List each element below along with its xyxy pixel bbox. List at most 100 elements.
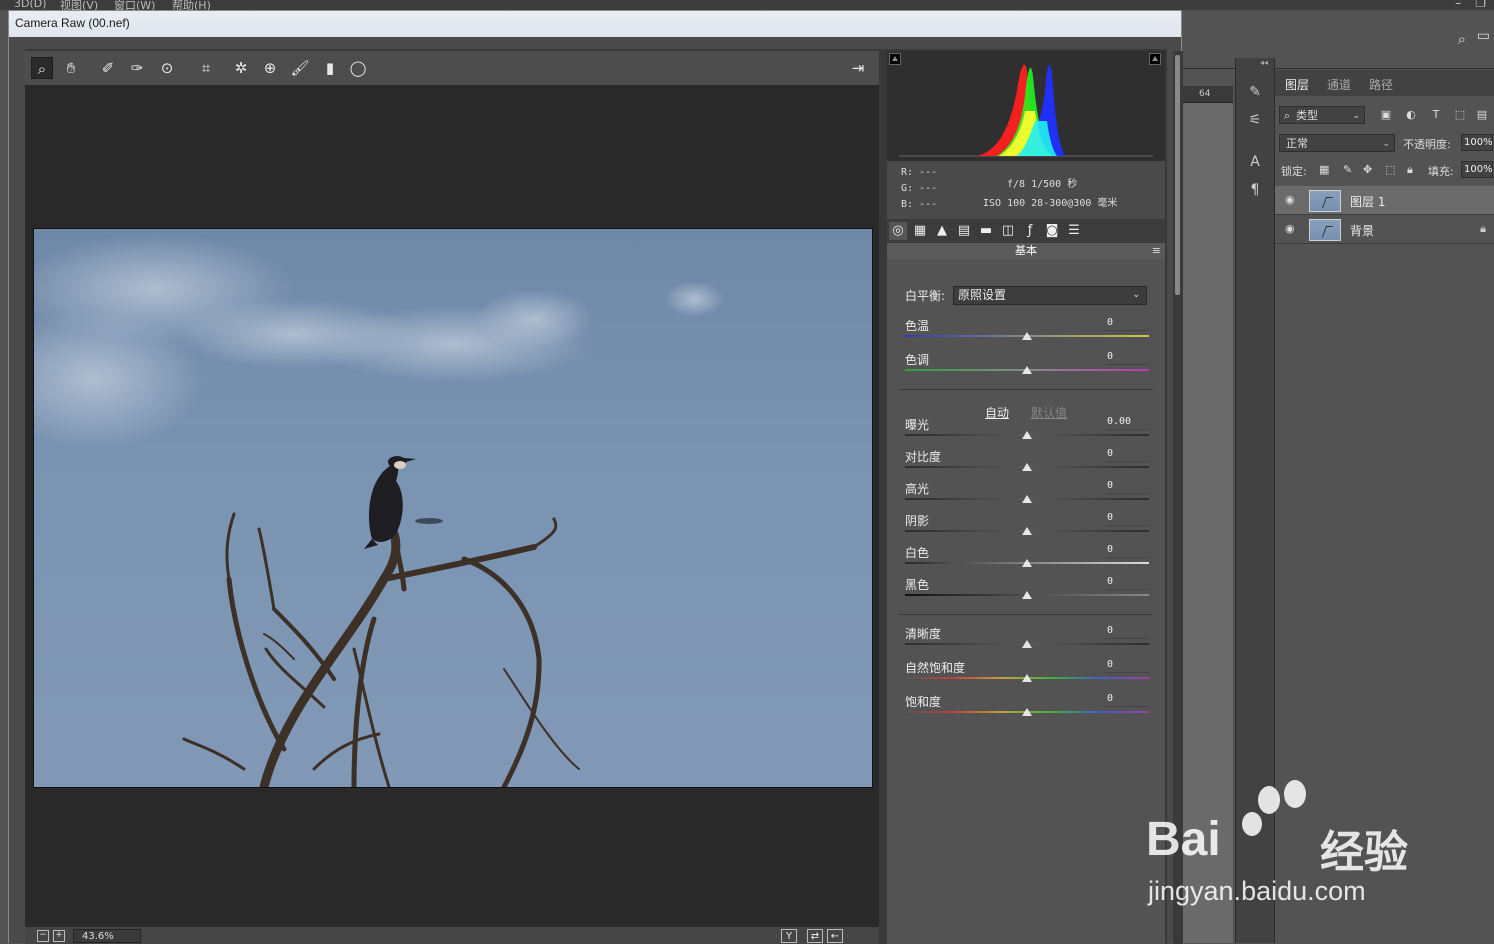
slider-value[interactable]: 0 [1105, 625, 1149, 639]
swap-settings-button[interactable]: ⇄ [807, 929, 823, 943]
tint-slider[interactable]: 色调 0 [905, 351, 1149, 381]
red-eye-icon[interactable]: ⊕ [259, 57, 281, 79]
layer-row-layer1[interactable]: ◉ 图层 1 [1275, 186, 1494, 215]
slider-thumb[interactable] [1022, 332, 1032, 340]
slider-thumb[interactable] [1022, 708, 1032, 716]
slider-value[interactable]: 0.00 [1105, 416, 1149, 430]
open-preferences-icon[interactable]: ⇥ [847, 57, 869, 79]
workspace-icon[interactable]: ▭ [1477, 28, 1490, 44]
lock-position-icon[interactable]: ✥ [1363, 163, 1372, 176]
zoom-tool-icon[interactable]: ⌕ [31, 57, 53, 79]
graduated-filter-icon[interactable]: ▮ [319, 57, 341, 79]
menu-3d[interactable]: 3D(D) [14, 0, 47, 10]
collapse-icon[interactable]: ◂◂ [1260, 58, 1268, 67]
paragraph-icon[interactable]: ¶ [1245, 180, 1265, 200]
slider-thumb[interactable] [1022, 495, 1032, 503]
image-preview[interactable] [25, 85, 879, 927]
character-icon[interactable]: A [1245, 152, 1265, 172]
layer-filter-select[interactable]: ⌕ 类型 ⌄ [1279, 106, 1365, 124]
tab-camera-calibration-icon[interactable]: ◙ [1043, 222, 1061, 240]
slider-value[interactable]: 0 [1105, 576, 1149, 590]
adjustments-icon[interactable]: ⚟ [1245, 110, 1265, 130]
spot-removal-icon[interactable]: ✲ [230, 57, 252, 79]
slider-value[interactable]: 0 [1105, 659, 1149, 673]
lock-transparent-icon[interactable]: ▦ [1319, 163, 1329, 176]
shape-filter-icon[interactable]: ⬚ [1453, 108, 1467, 122]
saturation-slider[interactable]: 饱和度 0 [905, 693, 1149, 723]
zoom-in-button[interactable]: + [53, 930, 65, 942]
shadows-slider[interactable]: 阴影 0 [905, 512, 1149, 542]
adjustment-brush-icon[interactable]: 🖌︎ [289, 57, 311, 79]
slider-thumb[interactable] [1022, 431, 1032, 439]
tab-effects-icon[interactable]: ƒ [1021, 222, 1039, 240]
tab-tone-curve-icon[interactable]: ▦ [911, 222, 929, 240]
slider-thumb[interactable] [1022, 591, 1032, 599]
tab-basic-icon[interactable]: ◎ [889, 222, 907, 240]
highlight-clipping-warning[interactable] [1149, 53, 1161, 65]
slider-thumb[interactable] [1022, 366, 1032, 374]
slider-value[interactable]: 0 [1105, 544, 1149, 558]
slider-value[interactable]: 0 [1105, 512, 1149, 526]
crop-tool-icon[interactable]: ⌗ [195, 57, 217, 79]
vibrance-slider[interactable]: 自然饱和度 0 [905, 659, 1149, 689]
slider-value[interactable]: 0 [1105, 351, 1149, 365]
slider-thumb[interactable] [1022, 463, 1032, 471]
menu-icon[interactable]: ≡ [1152, 243, 1161, 259]
tab-detail-icon[interactable]: ▲ [933, 222, 951, 240]
contrast-slider[interactable]: 对比度 0 [905, 448, 1149, 478]
blacks-slider[interactable]: 黑色 0 [905, 576, 1149, 606]
slider-value[interactable]: 0 [1105, 480, 1149, 494]
tab-hsl-icon[interactable]: ▤ [955, 222, 973, 240]
white-balance-select[interactable]: 原照设置 ⌄ [953, 286, 1147, 305]
hand-tool-icon[interactable]: ✋︎ [60, 57, 82, 79]
pixel-filter-icon[interactable]: ▣ [1379, 108, 1393, 122]
menu-window[interactable]: 窗口(W) [114, 0, 155, 10]
slider-value[interactable]: 0 [1105, 448, 1149, 462]
layer-row-background[interactable]: ◉ 背景 🔒︎ [1275, 215, 1494, 244]
slider-value[interactable]: 0 [1105, 317, 1149, 331]
eye-icon[interactable]: ◉ [1285, 222, 1295, 235]
highlights-slider[interactable]: 高光 0 [905, 480, 1149, 510]
search-icon[interactable]: ⌕ [1458, 30, 1466, 48]
dialog-titlebar[interactable]: Camera Raw (00.nef) [9, 11, 1181, 37]
tab-split-toning-icon[interactable]: ▬ [977, 222, 995, 240]
slider-value[interactable]: 0 [1105, 693, 1149, 707]
before-after-button[interactable]: Y [781, 929, 797, 943]
clarity-slider[interactable]: 清晰度 0 [905, 625, 1149, 655]
exposure-slider[interactable]: 曝光 0.00 [905, 416, 1149, 446]
lock-artboard-icon[interactable]: ⬚ [1385, 163, 1395, 176]
shadow-clipping-warning[interactable] [889, 53, 901, 65]
dialog-scrollbar[interactable] [1173, 51, 1183, 944]
menu-help[interactable]: 帮助(H) [172, 0, 211, 10]
temperature-slider[interactable]: 色温 0 [905, 317, 1149, 347]
tab-layers[interactable]: 图层 [1285, 76, 1309, 93]
smart-filter-icon[interactable]: ▤ [1475, 108, 1489, 122]
lock-all-icon[interactable]: 🔒︎ [1407, 163, 1413, 177]
slider-thumb[interactable] [1022, 527, 1032, 535]
tab-channels[interactable]: 通道 [1327, 76, 1351, 93]
fill-input[interactable]: 100% [1461, 161, 1493, 178]
brush-presets-icon[interactable]: ✎ [1245, 82, 1265, 102]
blend-mode-select[interactable]: 正常 ⌄ [1279, 134, 1395, 152]
minimize-icon[interactable]: – [1455, 0, 1461, 10]
copy-settings-button[interactable]: ← [827, 929, 843, 943]
opacity-input[interactable]: 100% [1461, 134, 1493, 151]
tab-presets-icon[interactable]: ☰ [1065, 222, 1083, 240]
radial-filter-icon[interactable]: ◯ [347, 57, 369, 79]
adjustment-filter-icon[interactable]: ◐ [1404, 108, 1418, 122]
eye-icon[interactable]: ◉ [1285, 193, 1295, 206]
tab-lens-corrections-icon[interactable]: ◫ [999, 222, 1017, 240]
menu-view[interactable]: 视图(V) [60, 0, 98, 10]
white-balance-tool-icon[interactable]: ✐ [97, 57, 119, 79]
type-filter-icon[interactable]: T [1429, 108, 1443, 122]
color-sampler-tool-icon[interactable]: ✑ [126, 57, 148, 79]
tab-paths[interactable]: 路径 [1369, 76, 1393, 93]
slider-thumb[interactable] [1022, 559, 1032, 567]
scrollbar-thumb[interactable] [1175, 55, 1180, 295]
lock-image-icon[interactable]: ✎ [1343, 163, 1352, 176]
slider-thumb[interactable] [1022, 674, 1032, 682]
whites-slider[interactable]: 白色 0 [905, 544, 1149, 574]
zoom-level-select[interactable]: 43.6% [73, 929, 141, 943]
slider-thumb[interactable] [1022, 640, 1032, 648]
restore-icon[interactable]: ❐ [1475, 0, 1486, 10]
